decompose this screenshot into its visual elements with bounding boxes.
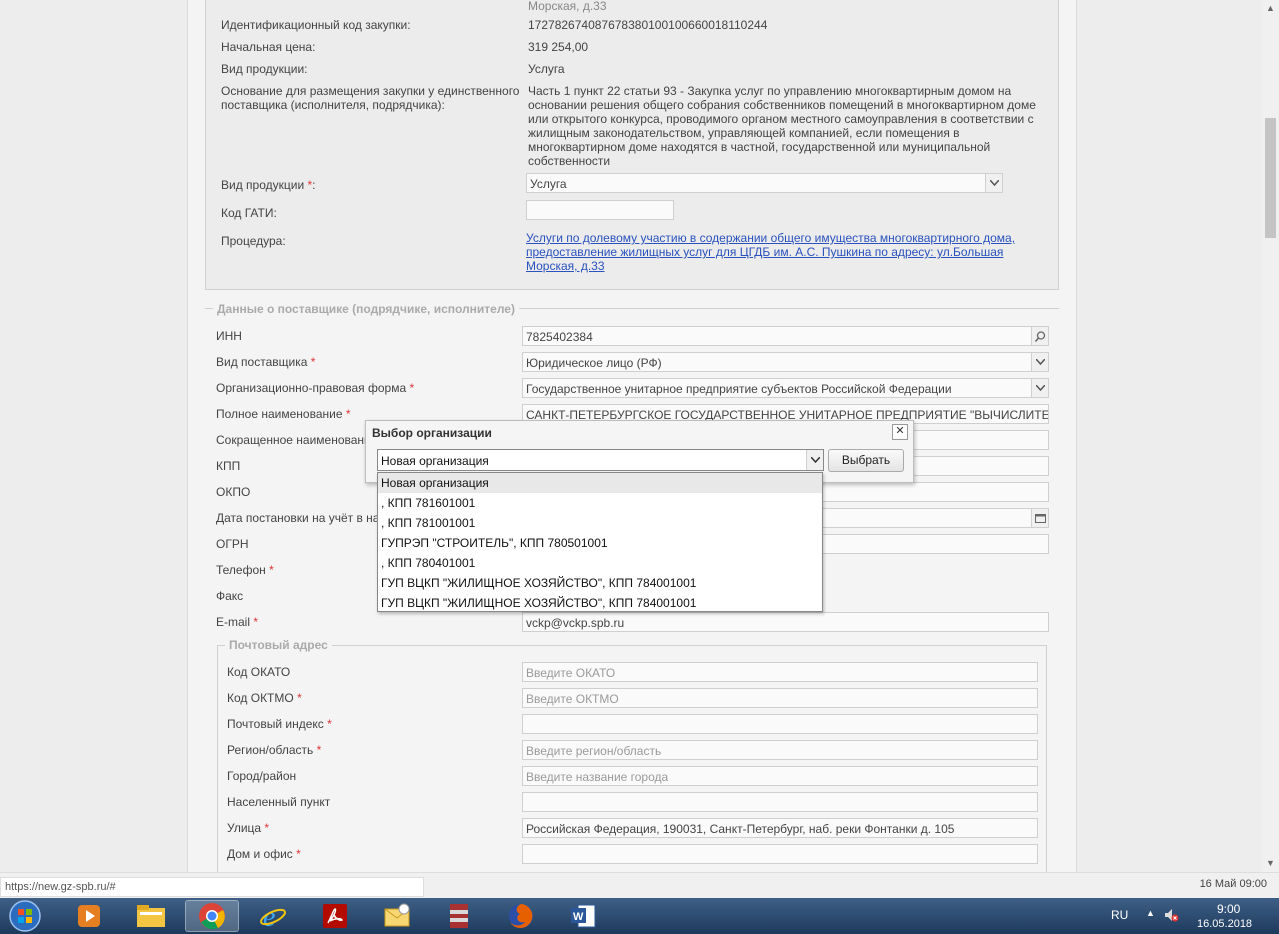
tray-expand-icon[interactable]: ▲ xyxy=(1146,908,1155,918)
settlement-label: Населенный пункт xyxy=(227,795,331,809)
status-datetime: 16 Май 09:00 xyxy=(1199,878,1267,890)
purchase-id-label: Идентификационный код закупки: xyxy=(221,18,411,32)
scroll-up-icon[interactable]: ▲ xyxy=(1262,0,1279,17)
dropdown-option[interactable]: , КПП 781001001 xyxy=(378,513,822,533)
inn-input[interactable]: 7825402384 xyxy=(522,326,1049,346)
email-label: E-mail * xyxy=(216,615,259,629)
dropdown-option[interactable]: , КПП 780401001 xyxy=(378,553,822,573)
scroll-down-icon[interactable]: ▼ xyxy=(1262,855,1279,872)
oktmo-input[interactable]: Введите ОКТМО xyxy=(522,688,1038,708)
system-tray: RU ▲ 9:00 16.05.2018 xyxy=(1089,898,1279,934)
oktmo-label: Код ОКТМО * xyxy=(227,691,302,705)
dropdown-option[interactable]: , КПП 781601001 xyxy=(378,493,822,513)
gati-input[interactable] xyxy=(526,200,674,220)
postal-index-input[interactable] xyxy=(522,714,1038,734)
product-kind-label: Вид продукции: xyxy=(221,62,308,76)
fax-label: Факс xyxy=(216,589,244,603)
close-icon[interactable]: ✕ xyxy=(892,424,908,440)
volume-muted-icon[interactable] xyxy=(1163,907,1179,926)
procurement-section: Морская, д.33 Идентификационный код заку… xyxy=(205,0,1059,290)
chevron-down-icon[interactable] xyxy=(1031,353,1048,371)
house-input[interactable] xyxy=(522,844,1038,864)
organization-select[interactable]: Новая организация xyxy=(377,449,824,471)
region-input[interactable]: Введите регион/область xyxy=(522,740,1038,760)
kpp-label: КПП xyxy=(216,459,241,473)
street-input[interactable]: Российская Федерация, 190031, Санкт-Пете… xyxy=(522,818,1038,838)
phone-label: Телефон * xyxy=(216,563,274,577)
dropdown-option[interactable]: ГУП ВЦКП "ЖИЛИЩНОЕ ХОЗЯЙСТВО", КПП 78400… xyxy=(378,593,822,613)
okpo-label: ОКПО xyxy=(216,485,251,499)
acrobat-icon[interactable] xyxy=(308,900,362,932)
browser-status-bar: https://new.gz-spb.ru/# 16 Май 09:00 xyxy=(0,872,1279,898)
ogrn-label: ОГРН xyxy=(216,537,249,551)
search-icon[interactable] xyxy=(1031,327,1048,345)
organization-dropdown-list: Новая организация , КПП 781601001 , КПП … xyxy=(377,472,823,612)
legal-form-label: Организационно-правовая форма * xyxy=(216,381,415,395)
chevron-down-icon[interactable] xyxy=(806,450,823,470)
procedure-link[interactable]: Услуги по долевому участию в содержании … xyxy=(526,231,1026,273)
postal-legend: Почтовый адрес xyxy=(225,638,332,652)
clock-time[interactable]: 9:00 xyxy=(1217,902,1240,916)
firefox-icon[interactable] xyxy=(494,900,548,932)
city-input[interactable]: Введите название города xyxy=(522,766,1038,786)
full-name-label: Полное наименование * xyxy=(216,407,351,421)
dropdown-option[interactable]: ГУП ВЦКП "ЖИЛИЩНОЕ ХОЗЯЙСТВО", КПП 78400… xyxy=(378,573,822,593)
internet-explorer-icon[interactable]: e xyxy=(246,900,300,932)
gati-label: Код ГАТИ: xyxy=(221,206,277,220)
choose-button[interactable]: Выбрать xyxy=(828,449,904,472)
city-label: Город/район xyxy=(227,769,297,783)
basis-value: Часть 1 пункт 22 статьи 93 - Закупка усл… xyxy=(528,84,1036,168)
cut-off-text: Морская, д.33 xyxy=(528,0,607,13)
street-label: Улица * xyxy=(227,821,270,835)
supplier-type-label: Вид поставщика * xyxy=(216,355,316,369)
start-orb-icon[interactable] xyxy=(0,900,50,932)
dialog-title: Выбор организации xyxy=(372,426,492,440)
supplier-type-select[interactable]: Юридическое лицо (РФ) xyxy=(522,352,1049,372)
initial-price-label: Начальная цена: xyxy=(221,40,316,54)
basis-label: Основание для размещения закупки у единс… xyxy=(221,84,520,112)
windows-taskbar: e W RU ▲ 9:00 16.05.2018 xyxy=(0,898,1279,934)
winrar-icon[interactable] xyxy=(432,900,486,932)
chevron-down-icon[interactable] xyxy=(985,174,1002,192)
postal-index-label: Почтовый индекс * xyxy=(227,717,332,731)
procedure-label: Процедура: xyxy=(221,234,286,248)
chevron-down-icon[interactable] xyxy=(1031,379,1048,397)
legal-form-select[interactable]: Государственное унитарное предприятие су… xyxy=(522,378,1049,398)
product-type-label: Вид продукции *: xyxy=(221,178,316,192)
region-label: Регион/область * xyxy=(227,743,322,757)
okato-label: Код ОКАТО xyxy=(227,665,291,679)
media-player-icon[interactable] xyxy=(62,900,116,932)
file-explorer-icon[interactable] xyxy=(124,900,178,932)
product-kind-value: Услуга xyxy=(528,62,565,76)
email-input[interactable]: vckp@vckp.spb.ru xyxy=(522,612,1049,632)
reg-date-label: Дата постановки на учёт в на xyxy=(216,511,380,525)
clock-date[interactable]: 16.05.2018 xyxy=(1197,918,1252,930)
okato-input[interactable]: Введите ОКАТО xyxy=(522,662,1038,682)
language-indicator[interactable]: RU xyxy=(1111,908,1128,922)
supplier-legend: Данные о поставщике (подрядчике, исполни… xyxy=(213,302,519,316)
short-name-label: Сокращенное наименовани xyxy=(216,433,371,447)
purchase-id-value: 172782674087678380100100660018110244 xyxy=(528,18,768,32)
calendar-icon[interactable] xyxy=(1031,509,1048,527)
outlook-icon[interactable] xyxy=(370,900,424,932)
product-type-select[interactable]: Услуга xyxy=(526,173,1003,193)
status-url: https://new.gz-spb.ru/# xyxy=(0,877,424,897)
dropdown-option[interactable]: Новая организация xyxy=(378,473,822,493)
settlement-input[interactable] xyxy=(522,792,1038,812)
inn-label: ИНН xyxy=(216,329,242,343)
initial-price-value: 319 254,00 xyxy=(528,40,589,54)
chrome-icon[interactable] xyxy=(185,900,239,932)
scrollbar-thumb[interactable] xyxy=(1265,118,1276,238)
svg-text:W: W xyxy=(573,911,584,923)
page-scrollbar[interactable]: ▲ ▼ xyxy=(1262,0,1279,872)
house-label: Дом и офис * xyxy=(227,847,301,861)
dropdown-option[interactable]: ГУПРЭП "СТРОИТЕЛЬ", КПП 780501001 xyxy=(378,533,822,553)
word-icon[interactable]: W xyxy=(556,900,610,932)
